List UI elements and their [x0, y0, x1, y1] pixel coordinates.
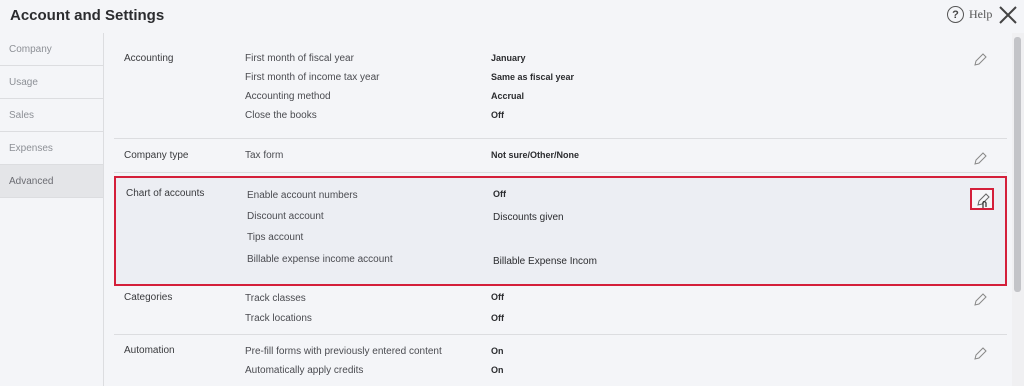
- edit-pencil-icon[interactable]: [971, 291, 989, 309]
- row-value: Off: [491, 110, 504, 120]
- sidebar-item-advanced[interactable]: Advanced: [0, 165, 103, 198]
- scrollbar[interactable]: [1012, 33, 1024, 386]
- settings-panel: Accounting First month of fiscal year Ja…: [104, 33, 1010, 386]
- sidebar-item-sales[interactable]: Sales: [0, 99, 103, 132]
- section-label: Automation: [124, 345, 175, 356]
- hand-cursor-icon: [982, 200, 987, 208]
- edit-pencil-icon[interactable]: [971, 51, 989, 69]
- section-label: Accounting: [124, 53, 174, 64]
- row-value: Off: [491, 313, 504, 323]
- row-label: Automatically apply credits: [245, 365, 364, 376]
- edit-pencil-icon: [977, 193, 990, 208]
- sidebar-item-expenses[interactable]: Expenses: [0, 132, 103, 165]
- section-accounting: Accounting First month of fiscal year Ja…: [114, 33, 1007, 139]
- row-value: On: [491, 365, 504, 375]
- help-icon: ?: [947, 6, 964, 23]
- row-label: Billable expense income account: [247, 254, 393, 265]
- row-label: Track classes: [245, 293, 306, 304]
- scrollbar-thumb[interactable]: [1014, 37, 1021, 292]
- section-label: Chart of accounts: [126, 188, 205, 199]
- row-value: Off: [493, 189, 506, 199]
- sidebar-item-usage[interactable]: Usage: [0, 66, 103, 99]
- row-label: First month of income tax year: [245, 72, 380, 83]
- row-label: Pre-fill forms with previously entered c…: [245, 346, 442, 357]
- row-label: First month of fiscal year: [245, 53, 354, 64]
- row-value: Discounts given: [493, 212, 564, 223]
- row-value: Billable Expense Incom: [493, 256, 597, 267]
- help-label: Help: [969, 7, 993, 21]
- sidebar-item-company[interactable]: Company: [0, 33, 103, 66]
- row-label: Tips account: [247, 232, 304, 243]
- sidebar: Company Usage Sales Expenses Advanced: [0, 33, 104, 386]
- header: Account and Settings ? Help: [0, 0, 1024, 33]
- row-value: Off: [491, 292, 504, 302]
- row-label: Track locations: [245, 313, 312, 324]
- help-link[interactable]: ? Help: [947, 6, 992, 23]
- row-value: Not sure/Other/None: [491, 150, 580, 160]
- row-value: Accrual: [491, 91, 525, 101]
- close-icon[interactable]: [996, 3, 1020, 27]
- row-label: Discount account: [247, 211, 324, 222]
- section-label: Categories: [124, 292, 173, 303]
- section-chart-of-accounts: Chart of accounts Enable account numbers…: [114, 176, 1007, 286]
- section-label: Company type: [124, 150, 189, 161]
- row-value: January: [491, 53, 526, 63]
- row-label: Tax form: [245, 150, 284, 161]
- row-label: Accounting method: [245, 91, 331, 102]
- section-automation: Automation Pre-fill forms with previousl…: [114, 335, 1007, 386]
- section-company-type: Company type Tax form Not sure/Other/Non…: [114, 139, 1007, 173]
- edit-pencil-icon[interactable]: [971, 150, 989, 168]
- edit-pencil-icon[interactable]: [971, 345, 989, 363]
- edit-button-highlight[interactable]: [970, 188, 994, 210]
- section-categories: Categories Track classes Off Track locat…: [114, 286, 1007, 335]
- page-title: Account and Settings: [10, 7, 165, 24]
- row-value: Same as fiscal year: [491, 72, 575, 82]
- row-value: On: [491, 346, 504, 356]
- row-label: Enable account numbers: [247, 190, 358, 201]
- row-label: Close the books: [245, 110, 317, 121]
